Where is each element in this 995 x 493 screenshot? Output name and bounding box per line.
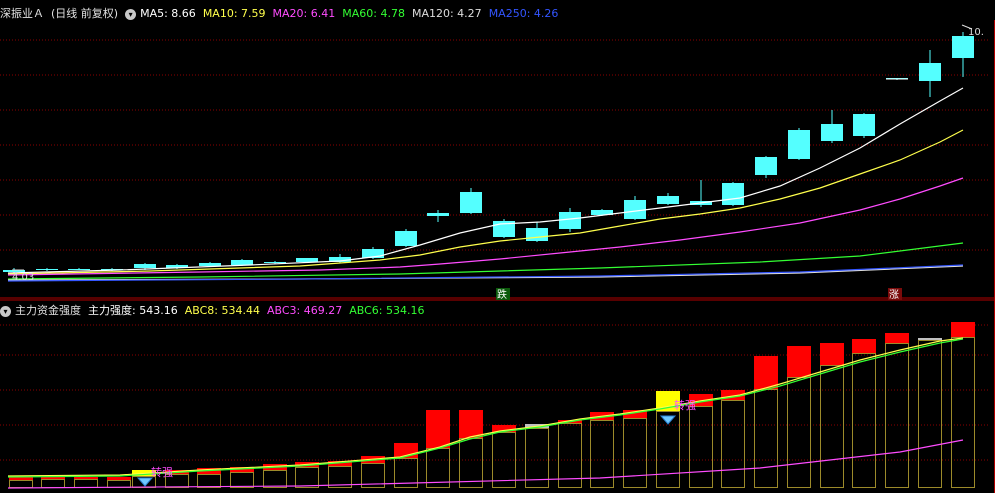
strength-bar-top (918, 338, 942, 340)
candle-body (853, 114, 875, 136)
candle-body (755, 157, 777, 175)
up-badge: 涨 (889, 289, 899, 301)
candle-body (264, 262, 286, 263)
candle-body (952, 36, 974, 58)
abc8-line (7, 337, 964, 477)
strength-bar-top (41, 477, 65, 479)
strength-bar-outline (197, 474, 221, 488)
candle-body-down (460, 192, 482, 213)
strength-bar-outline (74, 479, 98, 488)
strength-bar-outline (525, 428, 549, 488)
candle-body (68, 269, 90, 270)
strength-bar-top (754, 356, 778, 389)
strength-bar-top (852, 339, 876, 353)
signal-label: 转强 (151, 465, 173, 479)
abc6-line (7, 338, 964, 478)
strength-bar-outline (754, 389, 778, 488)
stock-chart[interactable]: 4.0310.跌 涨转强转强 (0, 0, 995, 493)
strength-bar-outline (558, 423, 582, 488)
strength-bar-outline (689, 406, 713, 488)
strength-bar-outline (459, 438, 483, 488)
strength-bar-outline (263, 470, 287, 488)
abc3-line (7, 439, 964, 489)
diamond-icon (136, 477, 154, 487)
strength-bar-outline (951, 337, 975, 488)
strength-bar-outline (9, 480, 33, 488)
candle-body (427, 213, 449, 216)
strength-bar-outline (885, 343, 909, 488)
strength-bar-outline (852, 353, 876, 488)
candle-body (788, 130, 810, 159)
low-price-label: 4.03 (12, 272, 34, 283)
strength-bar-top (426, 410, 450, 448)
ma60-line (7, 242, 964, 280)
strength-bar-outline (623, 418, 647, 488)
candle-body (134, 264, 156, 268)
strength-bar-outline (918, 340, 942, 488)
strength-bar-top (74, 477, 98, 479)
candle-body (559, 212, 581, 229)
strength-bar-top (459, 410, 483, 438)
candle-body-down (821, 124, 843, 141)
strength-bar-top (107, 477, 131, 480)
strength-bar-outline (107, 480, 131, 488)
candle-body (526, 228, 548, 241)
signal-label: 转强 (674, 398, 696, 412)
candle-body (395, 231, 417, 246)
strength-bar-outline (787, 377, 811, 488)
candle-body (919, 63, 941, 81)
strength-bar-outline (295, 467, 319, 488)
candle-body (657, 196, 679, 204)
candle-body (231, 260, 253, 265)
candle-body-down (296, 258, 318, 262)
candle-body (722, 183, 744, 205)
candle-body (624, 200, 646, 219)
strength-bar-top (820, 343, 844, 365)
strength-bar-outline (230, 472, 254, 488)
candle-body-down (199, 263, 221, 266)
strength-bar-top (787, 346, 811, 377)
strength-bar-outline (721, 400, 745, 488)
strength-bar-outline (41, 479, 65, 488)
down-badge: 跌 (497, 288, 507, 301)
ma20-line (7, 177, 964, 276)
strength-bar-top (885, 333, 909, 343)
diamond-icon (659, 415, 677, 425)
strength-bar-outline (820, 365, 844, 488)
ma10-line (7, 129, 964, 275)
candle-body (36, 269, 58, 270)
strength-bar-top (951, 322, 975, 337)
